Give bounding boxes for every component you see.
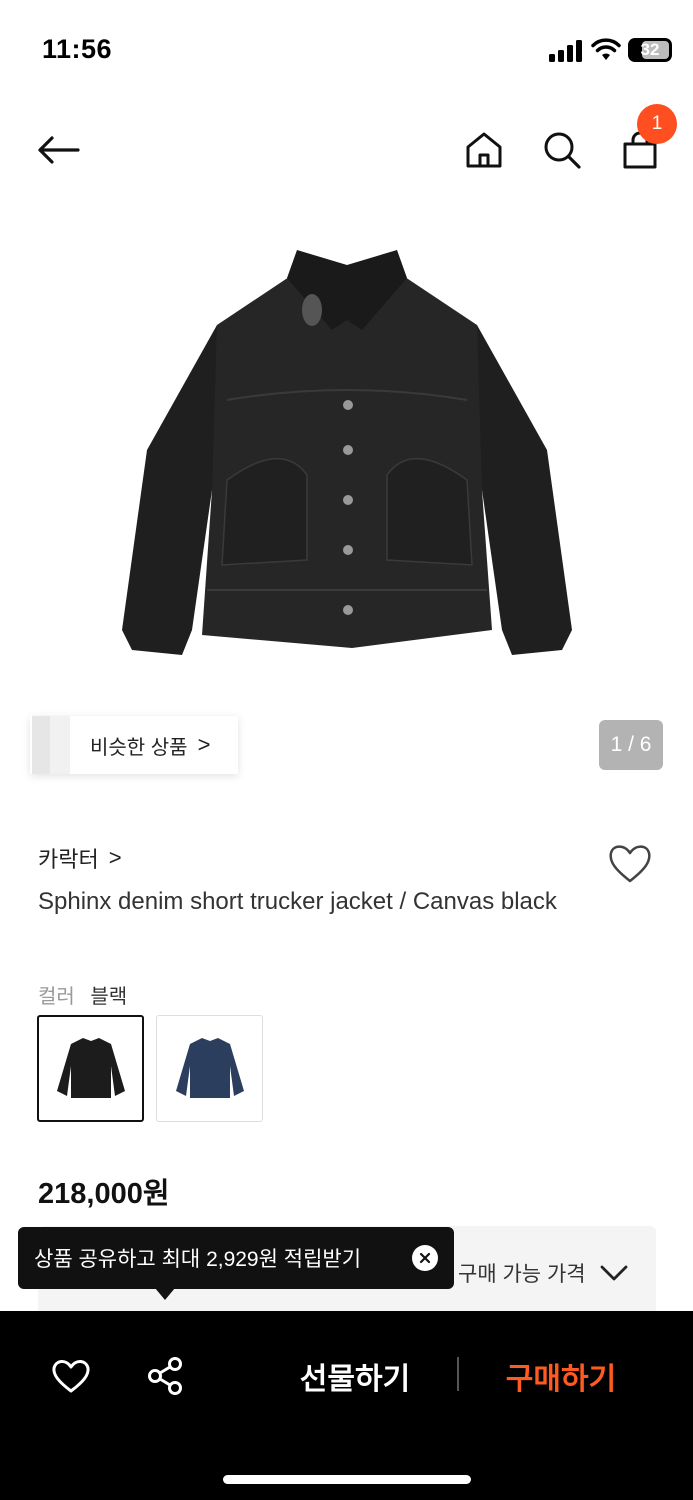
buy-button[interactable]: 구매하기 [496, 1351, 626, 1401]
image-page-counter: 1 / 6 [599, 720, 663, 770]
battery-level: 32 [640, 40, 660, 59]
available-price-toggle[interactable]: 구매 가능 가격 [458, 1258, 628, 1288]
divider [457, 1357, 459, 1391]
arrow-left-icon [38, 136, 80, 164]
wishlist-button[interactable] [606, 840, 654, 888]
top-nav [0, 110, 693, 190]
chevron-right-icon: > [108, 845, 122, 870]
navy-jacket-thumbnail [175, 1037, 244, 1098]
tooltip-text: 상품 공유하고 최대 2,929원 적립받기 [34, 1248, 362, 1271]
color-row: 컬러 블랙 [38, 980, 127, 1009]
chevron-right-icon: > [197, 732, 211, 757]
product-name: Sphinx denim short trucker jacket / Canv… [38, 888, 557, 915]
status-bar: 11:56 32 [0, 0, 693, 100]
color-label: 컬러 [38, 986, 75, 1008]
bottom-action-bar: 선물하기 구매하기 [0, 1311, 693, 1500]
search-button[interactable] [538, 126, 586, 174]
tooltip-close-button[interactable] [412, 1245, 438, 1271]
status-time: 11:56 [42, 34, 113, 64]
color-option-navy[interactable] [156, 1015, 263, 1122]
close-icon [419, 1252, 431, 1264]
heart-icon [52, 1360, 90, 1393]
back-button[interactable] [34, 126, 82, 174]
product-image[interactable] [0, 210, 693, 690]
similar-thumbnails [30, 716, 70, 774]
gift-button[interactable]: 선물하기 [290, 1351, 420, 1401]
chevron-down-icon [600, 1265, 627, 1281]
tooltip-tail [155, 1288, 175, 1300]
search-icon [544, 132, 581, 169]
product-price: 218,000원 [38, 1178, 170, 1210]
color-value: 블랙 [90, 986, 128, 1008]
home-indicator[interactable] [223, 1475, 471, 1484]
share-icon [148, 1357, 182, 1395]
similar-products-label: 비슷한 상품 [90, 736, 188, 759]
brand-name: 카락터 [38, 847, 99, 872]
brand-link[interactable]: 카락터 > [38, 842, 122, 874]
black-jacket-thumbnail [56, 1037, 125, 1098]
share-button[interactable] [140, 1351, 190, 1401]
battery-icon: 32 [628, 38, 672, 62]
similar-products-button[interactable]: 비슷한 상품 > [30, 716, 238, 774]
bottom-wishlist-button[interactable] [46, 1351, 96, 1401]
share-reward-tooltip: 상품 공유하고 최대 2,929원 적립받기 [18, 1227, 454, 1289]
home-icon [466, 132, 502, 168]
home-button[interactable] [460, 126, 508, 174]
available-price-label: 구매 가능 가격 [458, 1263, 586, 1286]
cart-count-badge: 1 [637, 104, 677, 144]
cellular-signal-icon [549, 40, 583, 62]
wifi-icon [591, 38, 621, 62]
heart-icon [609, 845, 651, 883]
jacket-image [121, 250, 572, 655]
color-option-black[interactable] [37, 1015, 144, 1122]
